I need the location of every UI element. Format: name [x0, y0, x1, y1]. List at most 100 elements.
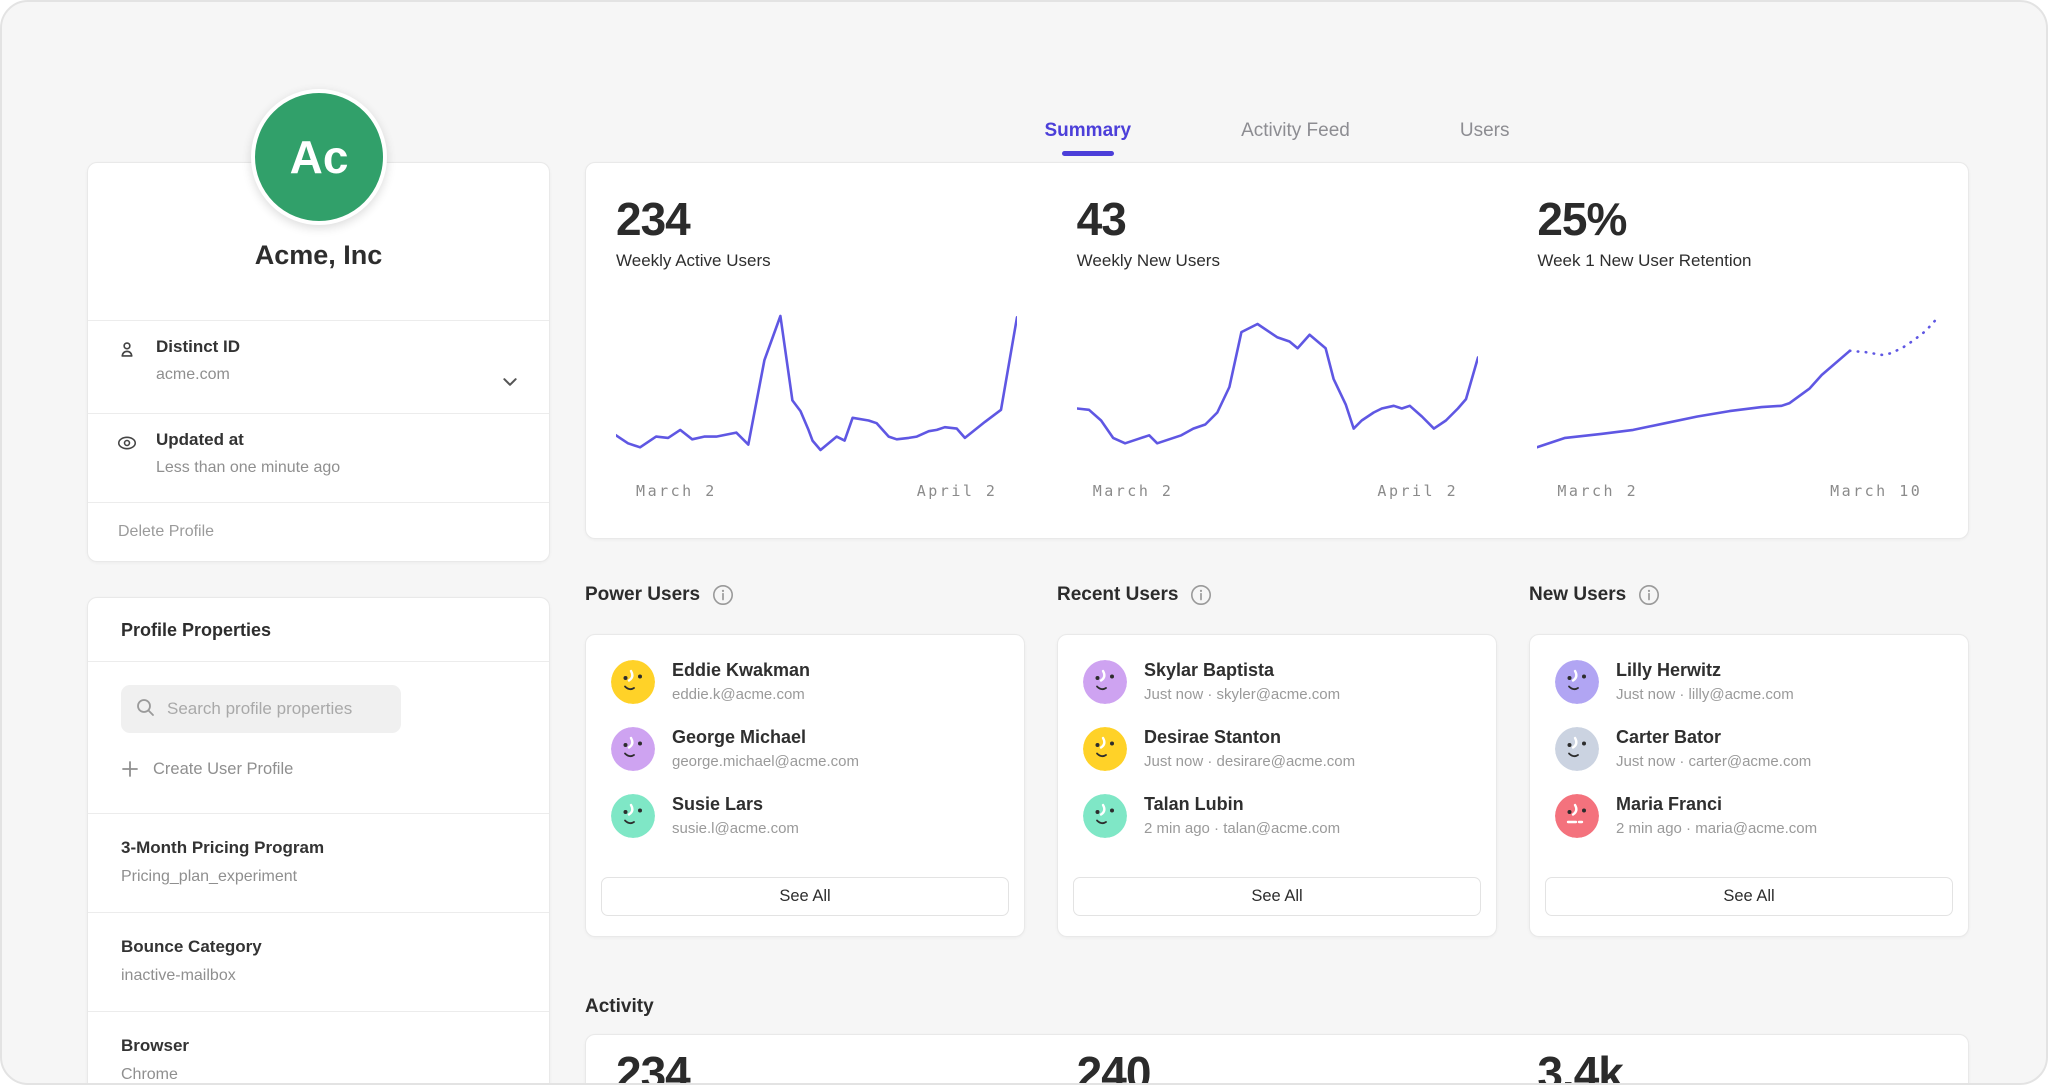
stat-value: 234: [616, 193, 1017, 245]
activity-stat-column: 234: [586, 1035, 1047, 1085]
profile-property-row[interactable]: 3-Month Pricing Program Pricing_plan_expe…: [88, 813, 549, 912]
stat-column: 43Weekly New UsersMarch 2April 2: [1047, 163, 1508, 538]
user-avatar: [1083, 660, 1127, 704]
stat-label: Week 1 New User Retention: [1537, 251, 1938, 271]
info-icon[interactable]: [712, 584, 734, 606]
user-list-item[interactable]: George Michael george.michael@acme.com: [611, 726, 999, 772]
info-icon[interactable]: [1638, 584, 1660, 606]
user-subtext: Just now · lilly@acme.com: [1616, 686, 1794, 704]
tab-label: Users: [1460, 120, 1510, 141]
user-list-item[interactable]: Desirae Stanton Just now · desirare@acme.…: [1083, 726, 1471, 772]
property-value: inactive-mailbox: [121, 966, 516, 985]
user-subtext: 2 min ago · talan@acme.com: [1144, 820, 1340, 838]
delete-profile-button[interactable]: Delete Profile: [88, 502, 549, 561]
profile-property-row[interactable]: Bounce Category inactive-mailbox: [88, 912, 549, 1011]
user-list-header: New Users: [1529, 582, 1969, 608]
create-user-profile-label: Create User Profile: [153, 760, 293, 779]
search-input[interactable]: [165, 698, 389, 720]
property-name: 3-Month Pricing Program: [121, 838, 516, 858]
user-text: George Michael george.michael@acme.com: [672, 727, 859, 771]
create-user-profile-button[interactable]: Create User Profile: [121, 755, 549, 783]
user-name: Carter Bator: [1616, 727, 1811, 748]
sparkline: [616, 308, 1017, 463]
profile-properties-card: Profile Properties Create User Profile 3…: [87, 597, 550, 1085]
user-list-recent-users: Recent Users Skylar BaptistaJust now · sk…: [1057, 582, 1497, 937]
user-lists-row: Power Users Eddie Kwakman eddie.k@acme.com…: [585, 582, 1969, 937]
user-avatar: [611, 660, 655, 704]
user-list-card: Eddie Kwakman eddie.k@acme.com George Mich…: [585, 634, 1025, 937]
property-name: Bounce Category: [121, 937, 516, 957]
axis-label: March 2: [636, 482, 717, 500]
user-list-card: Skylar BaptistaJust now · skyler@acme.co…: [1057, 634, 1497, 937]
activity-section-title: Activity: [585, 996, 654, 1018]
user-subtext: Just now · desirare@acme.com: [1144, 753, 1355, 771]
tab-label: Activity Feed: [1241, 120, 1350, 141]
property-value: Pricing_plan_experiment: [121, 867, 516, 886]
user-text: Skylar BaptistaJust now · skyler@acme.co…: [1144, 660, 1340, 704]
see-all-button[interactable]: See All: [1073, 877, 1481, 916]
tab-bar: Summary Activity Feed Users: [585, 120, 1969, 156]
profile-properties-title: Profile Properties: [88, 598, 549, 662]
user-list-power-users: Power Users Eddie Kwakman eddie.k@acme.com…: [585, 582, 1025, 937]
user-list-item[interactable]: Maria Franci 2 min ago · maria@acme.com: [1555, 793, 1943, 839]
profile-field-list: Distinct IDacme.comUpdated atLess than o…: [88, 320, 549, 506]
user-subtext: susie.l@acme.com: [672, 820, 799, 838]
user-list-item[interactable]: Talan Lubin2 min ago · talan@acme.com: [1083, 793, 1471, 839]
user-avatar: [1083, 727, 1127, 771]
user-list-card: Lilly HerwitzJust now · lilly@acme.com Ca…: [1529, 634, 1969, 937]
tab-activity-feed[interactable]: Activity Feed: [1231, 120, 1360, 156]
user-list-item[interactable]: Eddie Kwakman eddie.k@acme.com: [611, 659, 999, 705]
user-list-new-users: New Users Lilly HerwitzJust now · lilly@a…: [1529, 582, 1969, 937]
user-avatar: [1083, 794, 1127, 838]
user-avatar: [1555, 794, 1599, 838]
profile-field-row[interactable]: Updated atLess than one minute ago: [88, 413, 549, 506]
user-text: Carter BatorJust now · carter@acme.com: [1616, 727, 1811, 771]
user-list-title: Recent Users: [1057, 584, 1178, 606]
user-name: Eddie Kwakman: [672, 660, 810, 681]
eye-icon: [116, 432, 138, 454]
user-text: Desirae Stanton Just now · desirare@acme.…: [1144, 727, 1355, 771]
axis-label: March 10: [1830, 482, 1922, 500]
profile-properties-search[interactable]: [121, 685, 401, 733]
activity-stat-column: 3.4k: [1507, 1035, 1968, 1085]
user-list-item[interactable]: Skylar BaptistaJust now · skyler@acme.co…: [1083, 659, 1471, 705]
stat-column: 234Weekly Active UsersMarch 2April 2: [586, 163, 1047, 538]
profile-field-row[interactable]: Distinct IDacme.com: [88, 320, 549, 413]
user-subtext: 2 min ago · maria@acme.com: [1616, 820, 1817, 838]
axis-label: April 2: [1377, 482, 1458, 500]
property-name: Browser: [121, 1036, 516, 1056]
chevron-down-icon[interactable]: [501, 373, 519, 391]
user-subtext: george.michael@acme.com: [672, 753, 859, 771]
profile-page: Ac Acme, Inc Distinct IDacme.comUpdated …: [0, 0, 2048, 1085]
see-all-button[interactable]: See All: [1545, 877, 1953, 916]
user-list-item[interactable]: Carter BatorJust now · carter@acme.com: [1555, 726, 1943, 772]
user-name: Susie Lars: [672, 794, 799, 815]
user-text: Maria Franci 2 min ago · maria@acme.com: [1616, 794, 1817, 838]
profile-property-list: 3-Month Pricing Program Pricing_plan_expe…: [88, 813, 549, 1085]
user-text: Talan Lubin2 min ago · talan@acme.com: [1144, 794, 1340, 838]
sparkline-axis: March 2April 2: [616, 482, 1017, 502]
tab-summary[interactable]: Summary: [1035, 120, 1142, 156]
stat-value: 25%: [1537, 193, 1938, 245]
sparkline-chart: [616, 308, 1017, 458]
tab-users[interactable]: Users: [1450, 120, 1520, 156]
field-value: Less than one minute ago: [156, 458, 519, 477]
user-list-item[interactable]: Susie Lars susie.l@acme.com: [611, 793, 999, 839]
property-value: Chrome: [121, 1065, 516, 1084]
user-list-item[interactable]: Lilly HerwitzJust now · lilly@acme.com: [1555, 659, 1943, 705]
user-name: George Michael: [672, 727, 859, 748]
user-name: Desirae Stanton: [1144, 727, 1355, 748]
see-all-button[interactable]: See All: [601, 877, 1009, 916]
user-subtext: eddie.k@acme.com: [672, 686, 810, 704]
field-label: Distinct ID: [156, 337, 519, 357]
user-list-title: Power Users: [585, 584, 700, 606]
search-icon: [135, 697, 155, 722]
user-name: Maria Franci: [1616, 794, 1817, 815]
user-avatar: [611, 727, 655, 771]
info-icon[interactable]: [1190, 584, 1212, 606]
summary-stats-card: 234Weekly Active UsersMarch 2April 243We…: [585, 162, 1969, 539]
user-text: Eddie Kwakman eddie.k@acme.com: [672, 660, 810, 704]
sparkline: [1077, 308, 1478, 463]
tab-label: Summary: [1045, 120, 1132, 141]
profile-property-row[interactable]: Browser Chrome: [88, 1011, 549, 1085]
